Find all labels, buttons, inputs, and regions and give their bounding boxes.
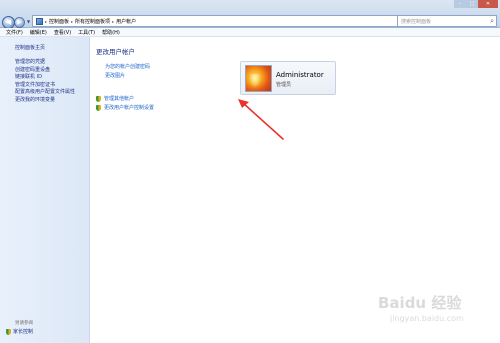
sidebar-item-control-panel-home[interactable]: 控制面板主页 xyxy=(15,44,45,51)
menu-file[interactable]: 文件(F) xyxy=(6,29,23,36)
shield-icon xyxy=(6,328,11,335)
sidebar-task-list: 管理您的凭据 创建密码重设盘 链接联机 ID 管理文件加密证书 配置高级用户配置… xyxy=(15,59,75,105)
maximize-button[interactable]: □ xyxy=(466,0,478,8)
account-card: Administrator 管理员 xyxy=(240,61,336,95)
sidebar-item-link-online-id[interactable]: 链接联机 ID xyxy=(15,74,75,82)
task-sidebar: 控制面板主页 管理您的凭据 创建密码重设盘 链接联机 ID 管理文件加密证书 配… xyxy=(0,37,90,343)
manage-other-accounts-label: 管理其他帐户 xyxy=(104,96,135,102)
minimize-button[interactable]: – xyxy=(454,0,466,8)
control-panel-icon xyxy=(36,17,43,25)
breadcrumb-control-panel[interactable]: 控制面板 xyxy=(49,18,69,25)
parental-controls-label: 家长控制 xyxy=(13,329,34,335)
sidebar-item-manage-credentials[interactable]: 管理您的凭据 xyxy=(15,59,75,67)
search-icon[interactable]: ⌕ xyxy=(490,17,494,25)
annotation-arrow xyxy=(238,99,284,140)
close-button[interactable]: ✕ xyxy=(478,0,498,8)
sidebar-item-advanced-profile[interactable]: 配置高级用户配置文件属性 xyxy=(15,89,75,97)
manage-other-accounts-link[interactable]: 管理其他帐户 xyxy=(96,95,134,102)
page-title: 更改用户帐户 xyxy=(96,48,135,56)
forward-button[interactable]: ▶ xyxy=(14,17,25,28)
breadcrumb-separator: ▸ xyxy=(112,18,115,24)
menu-tools[interactable]: 工具(T) xyxy=(78,29,95,36)
address-bar: ◀ ▶ ▼ ▸ 控制面板 ▸ 所有控制面板项 ▸ 用户帐户 搜索控制面板 ⌕ –… xyxy=(0,0,500,29)
menu-help[interactable]: 帮助(H) xyxy=(102,29,120,36)
breadcrumb-all-items[interactable]: 所有控制面板项 xyxy=(75,18,110,25)
create-password-link[interactable]: 为您的帐户创建密码 xyxy=(105,63,150,70)
watermark: Baidu 经验 jingyan.baidu.com xyxy=(378,292,496,330)
avatar xyxy=(245,65,272,92)
window-controls: – □ ✕ xyxy=(454,0,498,8)
watermark-logo: Baidu 经验 xyxy=(378,294,462,312)
sidebar-item-parental-controls[interactable]: 家长控制 xyxy=(6,328,33,335)
breadcrumb-user-accounts[interactable]: 用户帐户 xyxy=(116,18,136,25)
watermark-url: jingyan.baidu.com xyxy=(390,314,464,323)
uac-settings-label: 更改用户帐户控制设置 xyxy=(104,105,155,111)
breadcrumb-separator: ▸ xyxy=(45,18,48,24)
search-input[interactable]: 搜索控制面板 ⌕ xyxy=(397,15,497,27)
account-role: 管理员 xyxy=(276,82,292,88)
breadcrumb[interactable]: ▸ 控制面板 ▸ 所有控制面板项 ▸ 用户帐户 xyxy=(32,15,412,27)
uac-settings-link[interactable]: 更改用户帐户控制设置 xyxy=(96,104,154,111)
shield-icon xyxy=(96,104,101,111)
shield-icon xyxy=(96,95,101,102)
menu-edit[interactable]: 编辑(E) xyxy=(30,29,47,36)
breadcrumb-separator: ▸ xyxy=(71,18,74,24)
account-name: Administrator xyxy=(276,71,324,79)
search-placeholder: 搜索控制面板 xyxy=(401,19,432,25)
menu-view[interactable]: 查看(V) xyxy=(54,29,71,36)
menu-bar: 文件(F) 编辑(E) 查看(V) 工具(T) 帮助(H) xyxy=(0,28,500,37)
recent-pages-dropdown[interactable]: ▼ xyxy=(27,19,30,24)
change-picture-link[interactable]: 更改图片 xyxy=(105,72,125,79)
see-also-heading: 另请参阅 xyxy=(15,321,33,326)
sidebar-item-environment-variables[interactable]: 更改我的环境变量 xyxy=(15,97,75,105)
